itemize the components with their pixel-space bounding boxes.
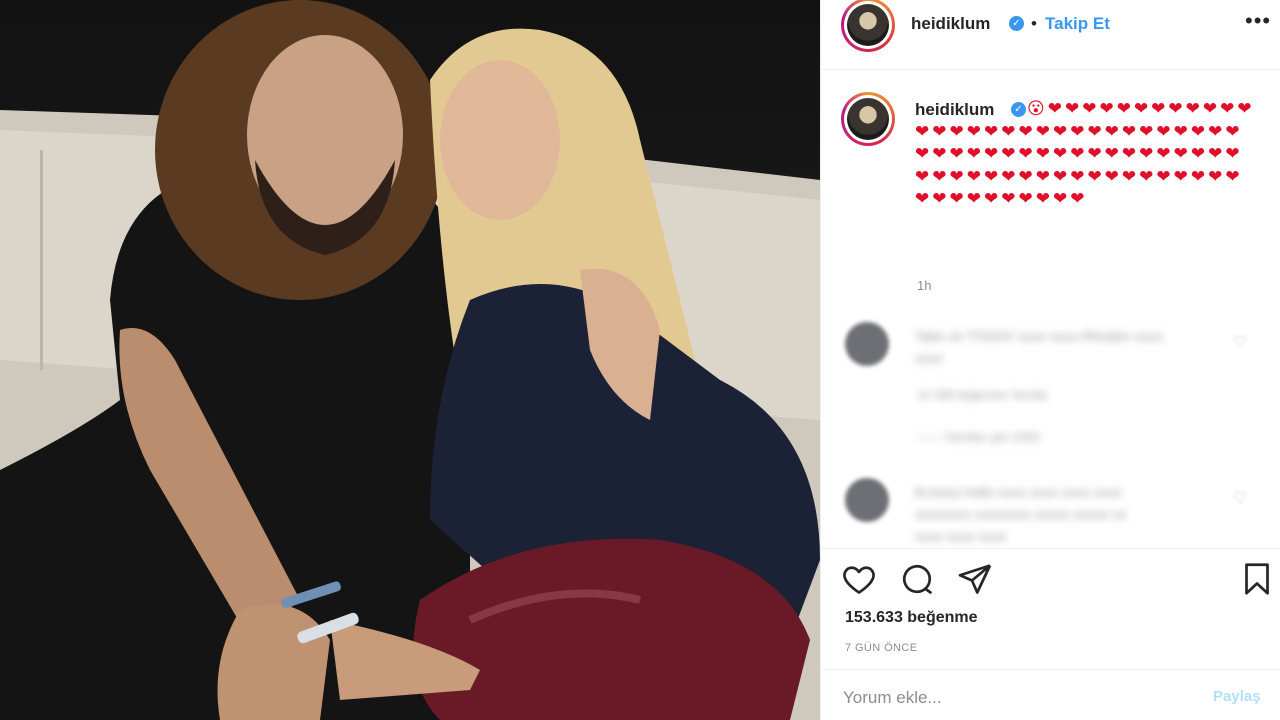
verified-badge-icon: ✓ bbox=[1009, 16, 1024, 31]
add-comment-row: Paylaş bbox=[821, 669, 1280, 720]
comment-input[interactable] bbox=[843, 684, 1183, 712]
post-date: 7 GÜN ÖNCE bbox=[845, 642, 918, 654]
view-replies-button[interactable]: —— Yanıtları gör (183) bbox=[917, 430, 1040, 444]
more-options-icon[interactable]: ••• bbox=[1245, 8, 1271, 34]
comment-text-line2: xxxx bbox=[915, 350, 943, 366]
share-icon[interactable] bbox=[957, 561, 993, 597]
post-comment-button[interactable]: Paylaş bbox=[1213, 688, 1261, 705]
separator-dot: • bbox=[1031, 14, 1037, 33]
comment-text: tk.kwzy hallo xxxx xxxx xxxx xxxx bbox=[915, 484, 1122, 500]
post-detail-panel: heidiklum ✓ • Takip Et ••• heidiklum ✓ 😮… bbox=[820, 0, 1280, 720]
caption-time: 1h bbox=[917, 278, 932, 293]
comment-text: Take on TODAY xxxx xxxx Rhoden xxxx bbox=[915, 328, 1163, 344]
avatar[interactable] bbox=[841, 0, 895, 52]
likes-count[interactable]: 153.633 beğenme bbox=[845, 609, 978, 627]
follow-button[interactable]: Takip Et bbox=[1045, 14, 1110, 34]
heart-icon[interactable] bbox=[841, 561, 877, 597]
post-photo[interactable] bbox=[0, 0, 820, 720]
comment-text-line3: xxxx xxxx xxxx bbox=[915, 528, 1007, 544]
header-username[interactable]: heidiklum bbox=[911, 14, 990, 34]
comment-avatar[interactable] bbox=[845, 322, 889, 366]
comment-text-line2: xxxxxxxx xxxxxxxx xxxxx xxxxx xx bbox=[915, 506, 1127, 522]
comment-icon[interactable] bbox=[899, 561, 935, 597]
post-actions: 153.633 beğenme 7 GÜN ÖNCE Paylaş bbox=[821, 548, 1280, 720]
post-photo-illustration bbox=[0, 0, 820, 720]
post-header: heidiklum ✓ • Takip Et ••• bbox=[821, 0, 1280, 70]
comment-like-icon[interactable]: ♡ bbox=[1233, 332, 1247, 352]
bookmark-icon[interactable] bbox=[1239, 561, 1275, 597]
comment-like-icon[interactable]: ♡ bbox=[1233, 488, 1247, 508]
caption-text: 😮❤❤❤❤❤❤❤❤❤❤❤❤❤❤❤❤❤❤❤❤❤❤❤❤❤❤❤❤❤❤❤❤❤❤❤❤❤❤❤… bbox=[915, 99, 1255, 210]
caption-avatar[interactable] bbox=[841, 92, 895, 146]
comment-avatar[interactable] bbox=[845, 478, 889, 522]
comment-meta: 1h 289 beğenme Yanıtla bbox=[917, 388, 1047, 402]
